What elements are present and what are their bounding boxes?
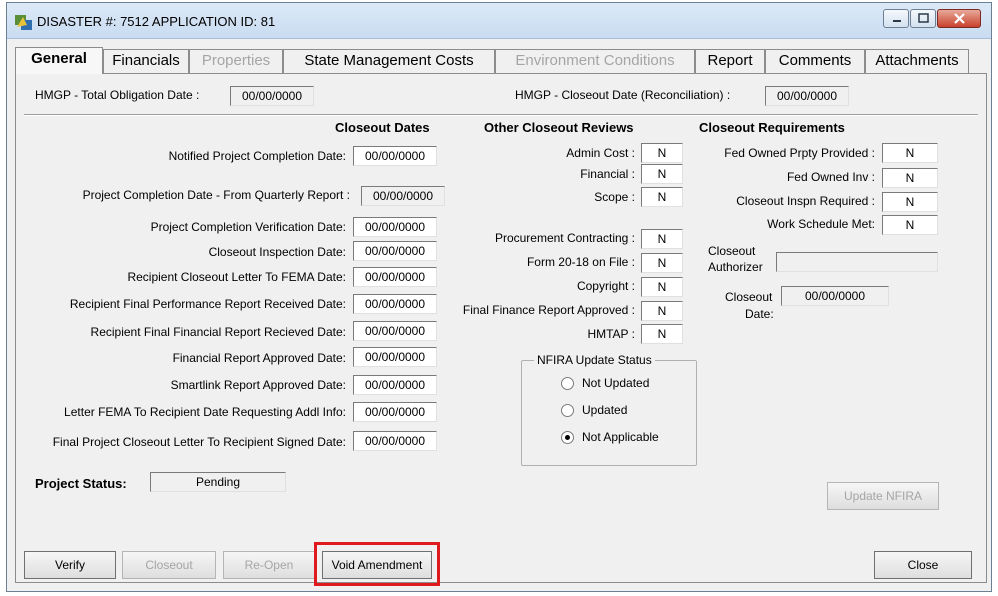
total-obligation-field[interactable]: 00/00/0000 <box>230 86 314 106</box>
financial-review-field[interactable]: N <box>641 164 683 184</box>
reopen-button[interactable]: Re-Open <box>223 551 315 579</box>
financial-report-approved-date[interactable]: 00/00/0000 <box>353 347 437 367</box>
final-financial-report-label: Recipient Final Financial Report Recieve… <box>90 325 346 339</box>
closeout-date-label-2: Date: <box>745 307 774 321</box>
verify-button[interactable]: Verify <box>24 551 116 579</box>
final-finance-report-field[interactable]: N <box>641 301 683 321</box>
update-nfira-button[interactable]: Update NFIRA <box>827 482 939 510</box>
window-title: DISASTER #: 7512 APPLICATION ID: 81 <box>37 14 276 29</box>
tab-report[interactable]: Report <box>695 49 765 73</box>
addl-info-request-date[interactable]: 00/00/0000 <box>353 402 437 422</box>
addl-info-request-label: Letter FEMA To Recipient Date Requesting… <box>64 405 346 419</box>
final-finance-report-label: Final Finance Report Approved : <box>462 303 635 317</box>
copyright-label: Copyright : <box>576 279 635 293</box>
notified-completion-label: Notified Project Completion Date: <box>168 149 346 163</box>
closeout-date-field[interactable]: 00/00/0000 <box>781 286 889 306</box>
fed-owned-prpty-field[interactable]: N <box>882 143 938 163</box>
project-status-field: Pending <box>150 472 286 492</box>
final-performance-report-label: Recipient Final Performance Report Recei… <box>69 297 346 311</box>
work-schedule-field[interactable]: N <box>882 215 938 235</box>
admin-cost-label: Admin Cost : <box>566 146 635 160</box>
authorizer-field[interactable] <box>776 252 938 272</box>
financial-review-label: Financial : <box>580 167 635 181</box>
radio-updated-label: Updated <box>582 403 628 417</box>
financial-report-approved-label: Financial Report Approved Date: <box>172 351 346 365</box>
scope-field[interactable]: N <box>641 187 683 207</box>
radio-not-applicable[interactable] <box>561 431 574 444</box>
radio-not-updated[interactable] <box>561 377 574 390</box>
authorizer-label-1: Closeout <box>708 244 756 258</box>
tab-attachments[interactable]: Attachments <box>865 49 969 73</box>
procurement-field[interactable]: N <box>641 229 683 249</box>
scope-label: Scope : <box>594 190 635 204</box>
inspn-required-label: Closeout Inspn Required : <box>736 194 875 208</box>
fed-owned-inv-field[interactable]: N <box>882 168 938 188</box>
final-closeout-letter-date[interactable]: 00/00/0000 <box>353 431 437 451</box>
maximize-button[interactable] <box>910 9 936 28</box>
final-closeout-letter-label: Final Project Closeout Letter To Recipie… <box>52 435 346 449</box>
quarterly-completion-label: Project Completion Date - From Quarterly… <box>82 188 350 202</box>
smartlink-report-date[interactable]: 00/00/0000 <box>353 375 437 395</box>
hmtap-field[interactable]: N <box>641 324 683 344</box>
closeout-recon-field[interactable]: 00/00/0000 <box>765 86 849 106</box>
authorizer-label-2: Authorizer <box>708 260 763 274</box>
maximize-icon <box>918 13 929 23</box>
title-bar: DISASTER #: 7512 APPLICATION ID: 81 <box>7 3 991 39</box>
close-window-button[interactable] <box>937 9 981 28</box>
tab-environment-conditions[interactable]: Environment Conditions <box>495 49 695 73</box>
highlight-box <box>314 542 440 586</box>
fed-owned-inv-label: Fed Owned Inv : <box>786 170 875 184</box>
tab-general[interactable]: General <box>15 47 103 74</box>
general-panel: HMGP - Total Obligation Date : 00/00/000… <box>15 73 987 586</box>
form-2018-label: Form 20-18 on File : <box>526 255 635 269</box>
close-button[interactable]: Close <box>874 551 972 579</box>
fed-owned-prpty-label: Fed Owned Prpty Provided : <box>724 146 875 160</box>
minimize-button[interactable] <box>883 9 909 28</box>
procurement-label: Procurement Contracting : <box>494 231 635 245</box>
inspn-required-field[interactable]: N <box>882 192 938 212</box>
close-icon <box>954 13 965 24</box>
closeout-recon-label: HMGP - Closeout Date (Reconciliation) : <box>515 88 731 102</box>
application-window: DISASTER #: 7512 APPLICATION ID: 81 Gene… <box>6 2 992 592</box>
closeout-dates-header: Closeout Dates <box>335 120 430 135</box>
project-status-label: Project Status: <box>35 476 127 491</box>
nfira-group-title: NFIRA Update Status <box>534 353 655 367</box>
disaster-app-icon <box>15 15 32 30</box>
other-reviews-header: Other Closeout Reviews <box>484 120 634 135</box>
radio-not-applicable-label: Not Applicable <box>582 430 659 444</box>
tab-comments[interactable]: Comments <box>765 49 865 73</box>
tab-financials[interactable]: Financials <box>103 49 189 73</box>
total-obligation-label: HMGP - Total Obligation Date : <box>35 88 200 102</box>
requirements-header: Closeout Requirements <box>699 120 845 135</box>
radio-updated[interactable] <box>561 404 574 417</box>
work-schedule-label: Work Schedule Met: <box>767 217 875 231</box>
smartlink-report-label: Smartlink Report Approved Date: <box>170 378 346 392</box>
inspection-date-label: Closeout Inspection Date: <box>208 245 346 259</box>
tab-state-management-costs[interactable]: State Management Costs <box>283 49 495 73</box>
form-2018-field[interactable]: N <box>641 253 683 273</box>
minimize-icon <box>893 20 901 22</box>
closeout-button[interactable]: Closeout <box>122 551 216 579</box>
hmtap-label: HMTAP : <box>587 327 635 341</box>
radio-not-updated-label: Not Updated <box>582 376 650 390</box>
tab-bar: General Financials Properties State Mana… <box>15 47 985 74</box>
divider <box>24 114 978 116</box>
copyright-field[interactable]: N <box>641 277 683 297</box>
admin-cost-field[interactable]: N <box>641 143 683 163</box>
tab-properties[interactable]: Properties <box>189 49 283 73</box>
closeout-date-label-1: Closeout <box>725 290 773 304</box>
recipient-closeout-letter-label: Recipient Closeout Letter To FEMA Date: <box>127 270 346 284</box>
verification-date-label: Project Completion Verification Date: <box>150 220 346 234</box>
